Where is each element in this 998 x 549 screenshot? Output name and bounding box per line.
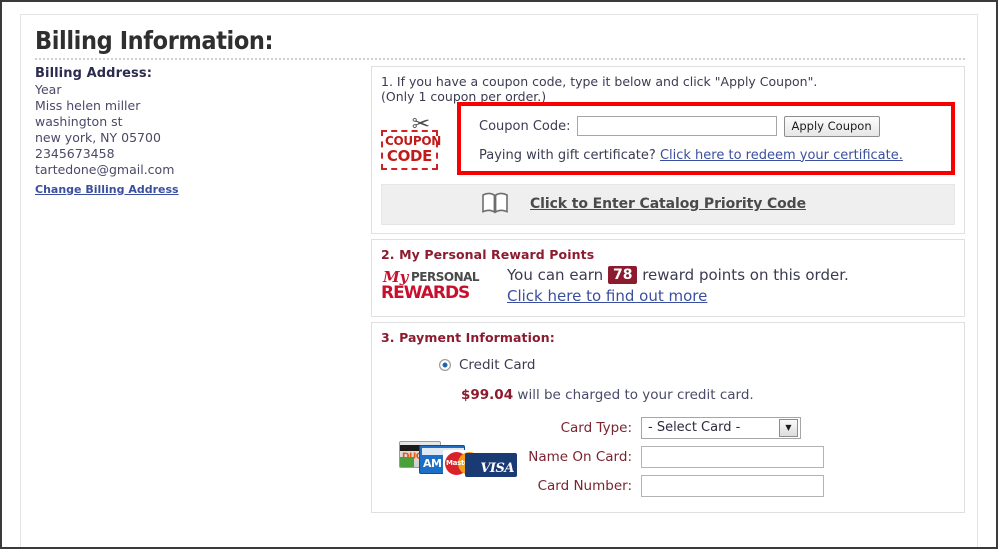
coupon-input-row: Coupon Code: Apply Coupon: [479, 115, 941, 137]
accepted-cards-column: DUC AM Master: [399, 417, 521, 504]
billing-address-column: Billing Address: Year Miss helen miller …: [33, 66, 363, 197]
credit-card-logos: DUC AM Master: [399, 435, 517, 477]
coupon-icon-line2: CODE: [386, 146, 433, 165]
coupon-instruction-line1: 1. If you have a coupon code, type it be…: [381, 73, 818, 89]
coupon-code-icon: ✂ COUPON CODE: [381, 110, 453, 170]
address-line: Miss helen miller: [35, 97, 141, 113]
reward-points-badge: 78: [607, 265, 638, 284]
find-out-more-link[interactable]: Click here to find out more: [507, 287, 707, 305]
reward-points-text: You can earn 78 reward points on this or…: [503, 265, 849, 305]
card-details-form: DUC AM Master: [381, 416, 955, 504]
card-type-label: Card Type:: [560, 419, 632, 436]
payment-information-section: 3. Payment Information: Credit Card $99.…: [371, 321, 965, 513]
reward-earn-suffix: reward points on this order.: [642, 265, 849, 284]
card-number-input[interactable]: [641, 474, 824, 497]
my-personal-rewards-logo: My PERSONAL REWARDS: [381, 265, 503, 308]
title-divider: [35, 57, 965, 60]
visa-logo-text: VISA: [480, 460, 514, 476]
svg-text:PERSONAL: PERSONAL: [411, 270, 480, 284]
charge-amount: $99.04: [461, 386, 514, 403]
amex-logo-text: AM: [423, 456, 442, 470]
reward-points-row: My PERSONAL REWARDS You can earn 78 rewa…: [381, 265, 955, 308]
name-on-card-label: Name On Card:: [528, 448, 632, 465]
credit-card-label: Credit Card: [459, 356, 536, 373]
billing-address-heading: Billing Address:: [35, 65, 152, 81]
name-on-card-input[interactable]: [641, 445, 824, 468]
gift-certificate-text: Paying with gift certificate?: [479, 147, 656, 163]
credit-card-radio[interactable]: [439, 358, 451, 371]
coupon-icon-line1: COUPON: [385, 133, 441, 148]
sections-column: 1. If you have a coupon code, type it be…: [363, 65, 965, 518]
card-number-row: Card Number:: [521, 474, 955, 497]
card-type-select[interactable]: - Select Card - ▼: [641, 416, 801, 439]
reward-earn-line: You can earn 78 reward points on this or…: [507, 265, 849, 286]
payment-method-block: Credit Card $99.04 will be charged to yo…: [381, 345, 955, 403]
coupon-code-label: Coupon Code:: [479, 118, 571, 134]
redeem-certificate-link[interactable]: Click here to redeem your certificate.: [660, 148, 903, 163]
book-icon: [482, 192, 508, 217]
address-line: new york, NY 05700: [35, 129, 161, 145]
billing-information-page: Billing Information: Billing Address: Ye…: [0, 0, 998, 549]
change-billing-address-link[interactable]: Change Billing Address: [35, 183, 179, 196]
coupon-section: 1. If you have a coupon code, type it be…: [371, 65, 965, 234]
address-line: Year: [35, 81, 62, 97]
card-fields-column: Card Type: - Select Card - ▼ Name On Car…: [521, 416, 955, 504]
reward-earn-prefix: You can earn: [507, 265, 604, 284]
address-line: washington st: [35, 113, 123, 129]
reward-points-section: 2. My Personal Reward Points My PERSONAL…: [371, 238, 965, 317]
card-type-value: - Select Card -: [648, 420, 741, 435]
page-panel: Billing Information: Billing Address: Ye…: [20, 14, 978, 547]
catalog-priority-code-bar[interactable]: Click to Enter Catalog Priority Code: [381, 183, 955, 225]
address-line: 2345673458: [35, 145, 115, 161]
apply-coupon-button[interactable]: Apply Coupon: [783, 115, 880, 137]
page-title: Billing Information:: [35, 26, 274, 55]
coupon-row: ✂ COUPON CODE Coupon Code: Apply Coupon: [381, 101, 955, 175]
chevron-down-icon[interactable]: ▼: [779, 418, 798, 437]
coupon-highlight-box: Coupon Code: Apply Coupon Paying with gi…: [457, 101, 955, 175]
charge-suffix: will be charged to your credit card.: [517, 386, 754, 403]
catalog-priority-code-link[interactable]: Click to Enter Catalog Priority Code: [530, 196, 806, 212]
coupon-icon-box: COUPON CODE: [381, 129, 441, 170]
charge-amount-line: $99.04 will be charged to your credit ca…: [439, 387, 955, 403]
address-line: tartedone@gmail.com: [35, 161, 175, 177]
credit-card-option[interactable]: Credit Card: [439, 357, 955, 373]
card-number-label: Card Number:: [537, 477, 632, 494]
card-type-row: Card Type: - Select Card - ▼: [521, 416, 955, 439]
svg-text:REWARDS: REWARDS: [381, 283, 469, 303]
reward-points-heading: 2. My Personal Reward Points: [381, 246, 595, 262]
payment-information-heading: 3. Payment Information:: [381, 329, 555, 345]
gift-certificate-row: Paying with gift certificate? Click here…: [479, 148, 941, 163]
body-columns: Billing Address: Year Miss helen miller …: [33, 65, 965, 518]
visa-card-icon: VISA: [465, 452, 517, 477]
name-on-card-row: Name On Card:: [521, 445, 955, 468]
coupon-code-input[interactable]: [576, 116, 777, 136]
